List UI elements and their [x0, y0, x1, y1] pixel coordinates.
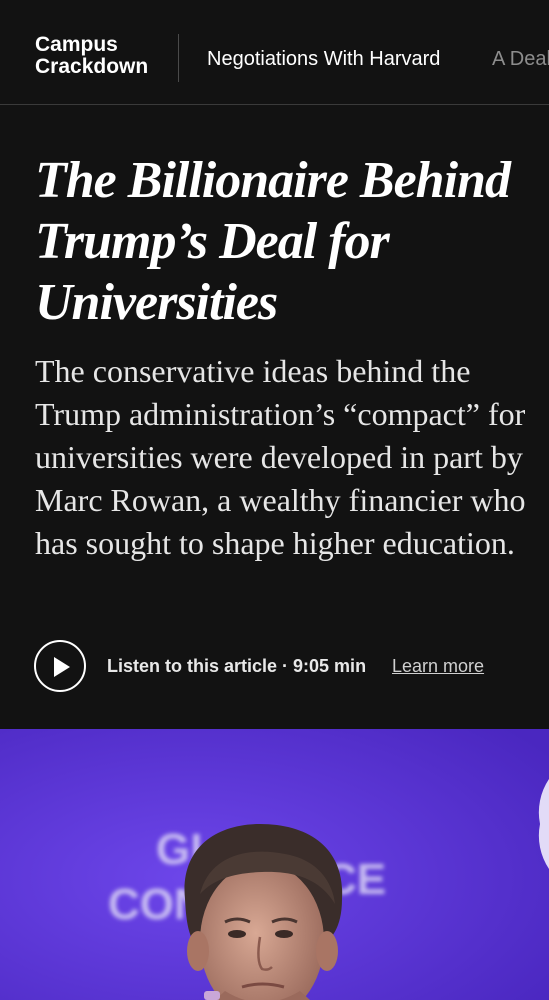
hero-image: GL CON CE [0, 729, 549, 1000]
listen-label: Listen to this article · 9:05 min [107, 656, 367, 676]
article-headline: The Billionaire Behind Trump’s Deal for … [35, 152, 511, 331]
section-header: Campus Crackdown Negotiations With Harva… [0, 0, 549, 105]
header-divider [178, 34, 179, 82]
nav-link-negotiations-with-harvard[interactable]: Negotiations With Harvard [207, 47, 440, 71]
audio-player: Listen to this article · 9:05 min Learn … [34, 640, 544, 696]
nav-link-a-deal[interactable]: A Deal [492, 47, 549, 71]
learn-more-link[interactable]: Learn more [392, 655, 484, 677]
section-name-link[interactable]: Campus Crackdown [35, 34, 165, 78]
play-button[interactable] [34, 640, 86, 692]
hero-photo: GL CON CE [0, 729, 549, 1000]
play-icon [54, 657, 70, 677]
article-summary: The conservative ideas behind the Trump … [35, 353, 526, 561]
